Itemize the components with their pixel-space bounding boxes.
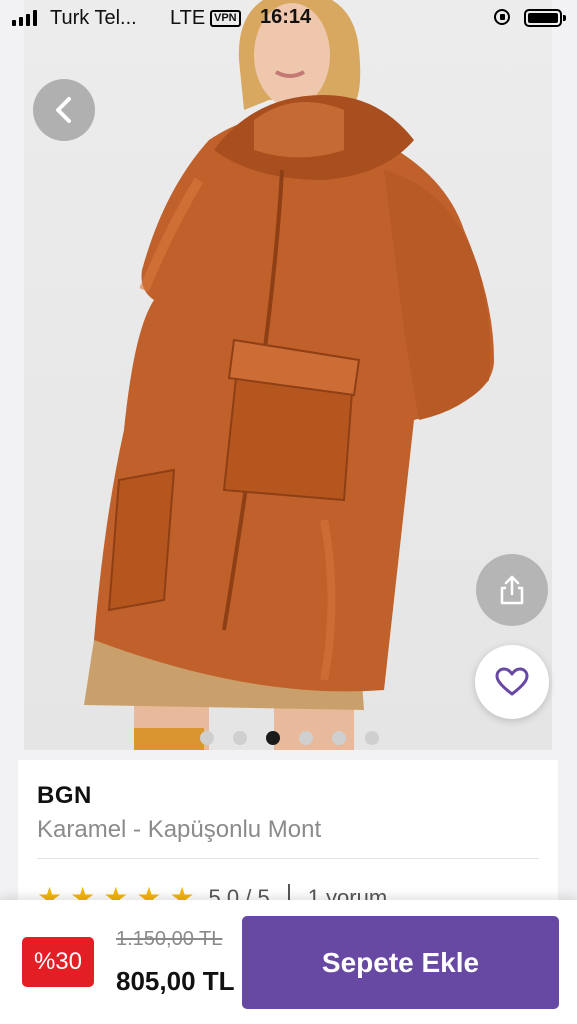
old-price: 1.150,00 TL — [116, 928, 223, 950]
purchase-bar: %30 1.150,00 TL 805,00 TL Sepete Ekle — [0, 900, 577, 1024]
back-button[interactable] — [33, 79, 95, 141]
heart-icon — [495, 667, 529, 696]
rotation-lock-icon — [494, 9, 510, 25]
product-photo — [84, 0, 494, 750]
carousel-dot[interactable] — [365, 731, 379, 745]
carousel-dot[interactable] — [233, 731, 247, 745]
brand-name[interactable]: BGN — [37, 782, 92, 810]
divider — [37, 858, 539, 859]
image-carousel-dots[interactable] — [200, 731, 379, 745]
favorite-button[interactable] — [475, 645, 549, 719]
carrier-name: Turk Tel... — [50, 7, 137, 29]
share-icon — [500, 575, 524, 605]
current-price: 805,00 TL — [116, 966, 235, 996]
add-to-cart-button[interactable]: Sepete Ekle — [242, 916, 559, 1009]
signal-icon — [12, 10, 37, 26]
battery-icon — [524, 9, 566, 27]
product-title: Karamel - Kapüşonlu Mont — [37, 816, 322, 843]
product-image[interactable] — [24, 0, 552, 750]
status-time: 16:14 — [260, 6, 312, 28]
chevron-left-icon — [56, 97, 71, 123]
carousel-dot[interactable] — [299, 731, 313, 745]
carousel-dot-active[interactable] — [266, 731, 280, 745]
status-bar: Turk Tel... LTE VPN 16:14 — [0, 0, 577, 38]
carousel-dot[interactable] — [200, 731, 214, 745]
network-type: LTE — [170, 7, 206, 29]
carousel-dot[interactable] — [332, 731, 346, 745]
share-button[interactable] — [476, 554, 548, 626]
vpn-badge: VPN — [210, 10, 241, 27]
discount-badge: %30 — [22, 937, 94, 987]
